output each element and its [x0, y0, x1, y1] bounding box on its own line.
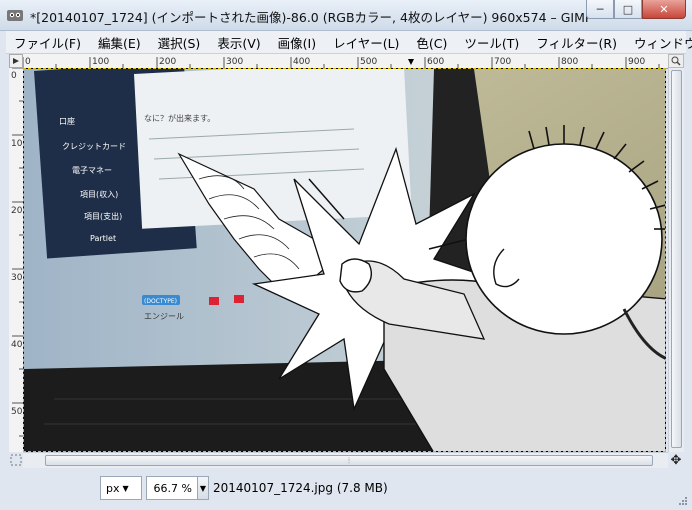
unit-value: px	[106, 481, 120, 495]
ruler-pointer-marker	[408, 59, 414, 65]
photo-menu-item: 項目(支出)	[84, 211, 122, 221]
zoom-on-resize-toggle[interactable]	[668, 54, 684, 68]
minimize-button[interactable]: ─	[586, 0, 614, 19]
canvas-image: 口座 クレジットカード 電子マネー 項目(収入) 項目(支出) Partlet …	[24, 69, 665, 451]
ruler-corner-menu-button[interactable]	[9, 54, 23, 68]
ruler-label: 200	[11, 206, 23, 216]
menu-bar: ファイル(F) 編集(E) 選択(S) 表示(V) 画像(I) レイヤー(L) …	[6, 31, 692, 54]
ruler-label: 200	[159, 57, 176, 67]
photo-heading-text: エンジール	[144, 312, 184, 321]
zoom-input[interactable]: 66.7 %	[146, 476, 198, 500]
close-button[interactable]: ✕	[642, 0, 686, 19]
image-canvas[interactable]: 口座 クレジットカード 電子マネー 項目(収入) 項目(支出) Partlet …	[23, 68, 666, 452]
quick-mask-icon	[10, 454, 22, 466]
title-bar: *[20140107_1724] (インポートされた画像)-86.0 (RGBカ…	[0, 0, 692, 31]
move-cross-icon: ✥	[670, 452, 682, 468]
quick-mask-toggle[interactable]	[9, 452, 23, 468]
horizontal-scrollbar[interactable]: ⦙	[23, 452, 668, 468]
minimize-icon: ─	[596, 2, 604, 16]
ruler-label: 0	[11, 71, 17, 81]
menu-select[interactable]: 選択(S)	[150, 33, 210, 52]
photo-question-text: なに？が出来ます。	[144, 113, 215, 123]
horizontal-scrollbar-thumb[interactable]: ⦙	[45, 455, 653, 466]
maximize-icon: □	[622, 2, 634, 16]
ruler-label: 900	[628, 57, 645, 67]
chevron-down-icon: ▼	[199, 483, 207, 493]
ruler-label: 400	[293, 57, 310, 67]
zoom-dropdown-button[interactable]: ▼	[197, 476, 209, 500]
chevron-down-icon: ▼	[122, 483, 129, 493]
vertical-ruler[interactable]: 0 100 200 300 400 500	[9, 68, 24, 452]
photo-menu-item: 項目(収入)	[80, 189, 118, 199]
photo-menu-item: クレジットカード	[62, 142, 126, 151]
maximize-button[interactable]: □	[614, 0, 642, 19]
ruler-label: 600	[427, 57, 444, 67]
menu-arrow-icon	[13, 58, 19, 64]
ruler-label: 400	[11, 340, 23, 350]
file-status-text: 20140107_1724.jpg (7.8 MB)	[213, 481, 388, 495]
ruler-label: 700	[494, 57, 511, 67]
menu-view[interactable]: 表示(V)	[209, 33, 269, 52]
navigate-button[interactable]: ✥	[668, 452, 684, 468]
photo-tag-text: (DOCTYPE)	[144, 298, 177, 305]
menu-windows[interactable]: ウィンドウ(W)	[626, 33, 692, 52]
ruler-label: 800	[561, 57, 578, 67]
close-icon: ✕	[659, 2, 669, 16]
menu-filters[interactable]: フィルター(R)	[528, 33, 626, 52]
vertical-scrollbar[interactable]	[668, 68, 684, 452]
ruler-label: 100	[92, 57, 109, 67]
ruler-label: 500	[11, 407, 23, 417]
menu-edit[interactable]: 編集(E)	[90, 33, 150, 52]
ruler-label: 500	[360, 57, 377, 67]
resize-grip-icon[interactable]	[678, 496, 688, 506]
magnifier-icon	[671, 56, 681, 66]
horizontal-ruler[interactable]: 0 100 200 300 400 500 600 700 800 900	[23, 54, 668, 69]
photo-menu-item: 電子マネー	[72, 166, 112, 175]
menu-colors[interactable]: 色(C)	[408, 33, 456, 52]
ruler-label: 100	[11, 139, 23, 149]
menu-layer[interactable]: レイヤー(L)	[325, 33, 408, 52]
zoom-value: 66.7 %	[153, 481, 192, 495]
vertical-scrollbar-thumb[interactable]	[671, 70, 682, 448]
ruler-label: 300	[11, 273, 23, 283]
menu-tools[interactable]: ツール(T)	[456, 33, 528, 52]
ruler-label: 300	[226, 57, 243, 67]
window-title: *[20140107_1724] (インポートされた画像)-86.0 (RGBカ…	[30, 10, 593, 25]
photo-menu-item: 口座	[59, 116, 75, 126]
status-bar: px ▼ 66.7 % ▼ 20140107_1724.jpg (7.8 MB)	[0, 470, 692, 510]
gimp-app-icon[interactable]	[6, 7, 24, 23]
ruler-label: 0	[25, 57, 31, 67]
menu-file[interactable]: ファイル(F)	[6, 33, 90, 52]
unit-select[interactable]: px ▼	[100, 476, 142, 500]
photo-menu-item: Partlet	[90, 234, 116, 243]
menu-image[interactable]: 画像(I)	[270, 33, 325, 52]
